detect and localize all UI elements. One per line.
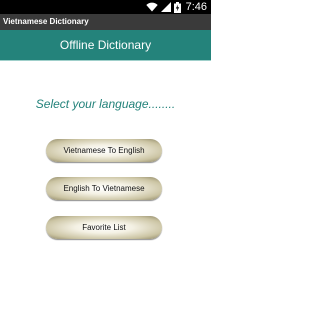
app-title: Vietnamese Dictionary [3, 17, 89, 26]
signal-icon [160, 2, 171, 12]
battery-charging-icon [173, 1, 181, 13]
vietnamese-to-english-label: Vietnamese To English [63, 146, 145, 155]
status-icons: 7:46 [145, 0, 207, 14]
header-bar: Offline Dictionary [0, 30, 211, 60]
app-screen: 7:46 Vietnamese Dictionary Offline Dicti… [0, 0, 211, 310]
title-bar: Vietnamese Dictionary [0, 14, 211, 30]
english-to-vietnamese-label: English To Vietnamese [63, 184, 145, 193]
favorite-list-label: Favorite List [82, 223, 126, 232]
language-prompt: Select your language........ [35, 97, 176, 111]
header-divider [0, 60, 211, 61]
favorite-list-button[interactable]: Favorite List [46, 216, 162, 239]
status-time: 7:46 [185, 1, 207, 13]
vietnamese-to-english-button[interactable]: Vietnamese To English [46, 139, 162, 162]
header-title: Offline Dictionary [59, 38, 152, 52]
status-bar: 7:46 [0, 0, 211, 14]
english-to-vietnamese-button[interactable]: English To Vietnamese [46, 177, 162, 200]
wifi-icon [145, 2, 158, 12]
